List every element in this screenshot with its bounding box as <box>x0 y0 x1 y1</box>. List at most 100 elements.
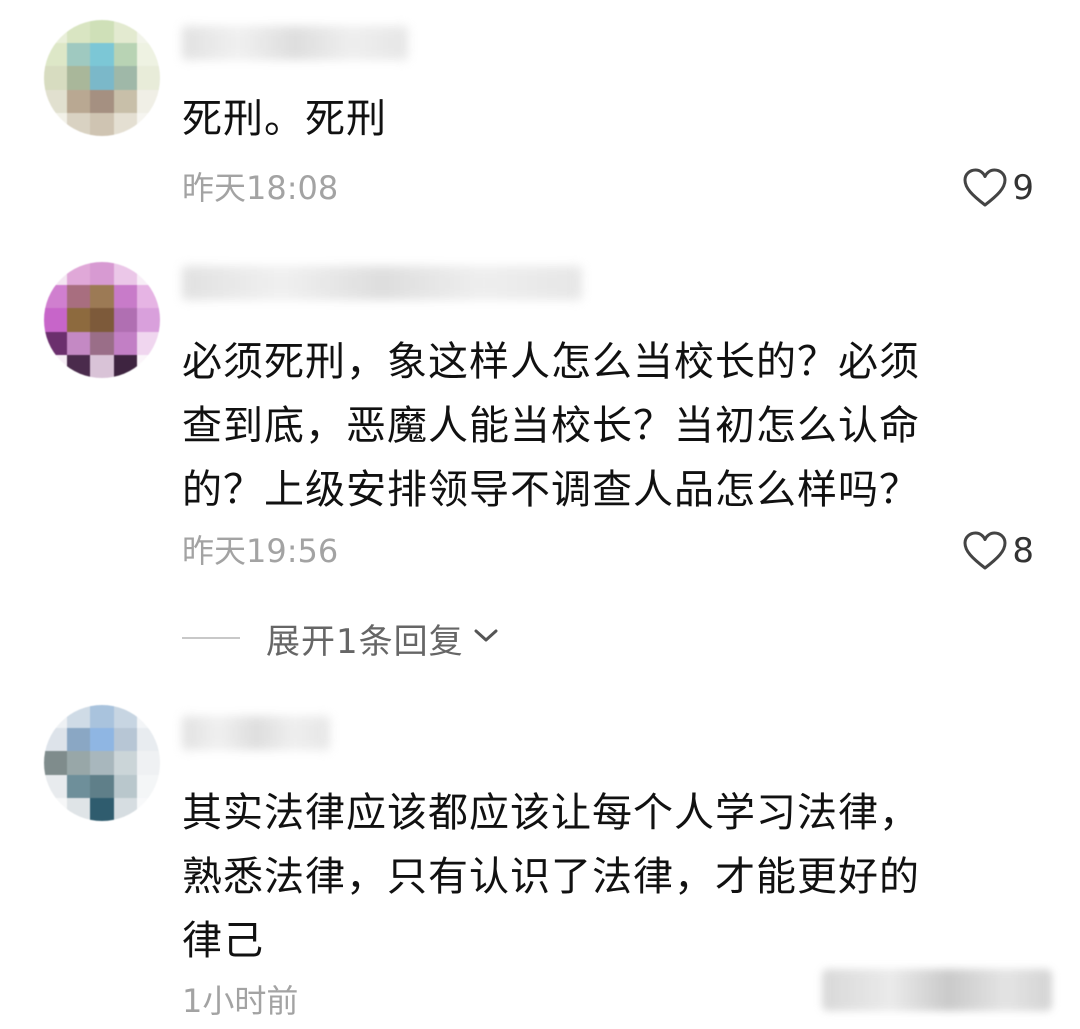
avatar-pixel <box>44 20 68 44</box>
username-redacted[interactable] <box>182 26 408 60</box>
avatar-pixel <box>44 262 68 286</box>
avatar-pixel <box>136 262 160 286</box>
comment-time: 1小时前 <box>182 982 299 1020</box>
avatar-pixel <box>44 66 68 90</box>
heart-outline-icon <box>962 531 1008 571</box>
avatar-pixel <box>44 774 68 798</box>
comment-text: 必须死刑，象这样人怎么当校长的？必须 查到底，恶魔人能当校长？当初怎么认命 的？… <box>182 330 1012 522</box>
avatar-pixel <box>90 751 114 775</box>
avatar[interactable] <box>44 20 160 136</box>
avatar-pixel <box>44 308 68 332</box>
avatar-pixel <box>44 331 68 355</box>
avatar-pixel <box>67 728 91 752</box>
avatar-pixel <box>67 20 91 44</box>
avatar-pixel <box>67 262 91 286</box>
avatar-pixel <box>90 43 114 67</box>
avatar-pixel <box>44 89 68 113</box>
divider <box>182 637 240 639</box>
avatar-pixel <box>67 354 91 378</box>
avatar-pixel <box>136 43 160 67</box>
avatar-pixel <box>67 66 91 90</box>
expand-replies-button[interactable]: 展开1条回复 <box>182 614 500 662</box>
avatar-pixel <box>136 89 160 113</box>
avatar-pixel <box>113 331 137 355</box>
comment-text: 其实法律应该都应该让每个人学习法律， 熟悉法律，只有认识了法律，才能更好的 律己 <box>182 781 1012 973</box>
avatar-pixel <box>90 354 114 378</box>
avatar-pixel <box>90 797 114 821</box>
avatar-pixel <box>136 728 160 752</box>
avatar-pixel <box>113 262 137 286</box>
comment-time: 昨天18:08 <box>182 169 339 207</box>
avatar-pixel <box>44 285 68 309</box>
avatar-pixel <box>113 112 137 136</box>
avatar-pixel <box>90 112 114 136</box>
avatar-pixel <box>67 797 91 821</box>
avatar[interactable] <box>44 705 160 821</box>
avatar-pixel <box>44 751 68 775</box>
avatar-pixel <box>90 728 114 752</box>
comment-text-line: 必须死刑，象这样人怎么当校长的？必须 <box>182 339 920 385</box>
username-redacted[interactable] <box>182 266 582 300</box>
comment-text-line: 熟悉法律，只有认识了法律，才能更好的 <box>182 854 920 900</box>
expand-replies-label: 展开1条回复 <box>266 621 464 662</box>
comment-text-line: 其实法律应该都应该让每个人学习法律， <box>182 790 920 836</box>
avatar-pixel <box>67 285 91 309</box>
avatar-pixel <box>90 66 114 90</box>
avatar-pixel <box>113 66 137 90</box>
avatar-pixel <box>113 285 137 309</box>
heart-outline-icon <box>962 168 1008 208</box>
comment-text-line: 查到底，恶魔人能当校长？当初怎么认命 <box>182 403 920 449</box>
chevron-down-icon <box>464 626 500 650</box>
avatar-pixel <box>113 728 137 752</box>
avatar-pixel <box>67 112 91 136</box>
avatar-pixel <box>44 797 68 821</box>
avatar-pixel <box>113 43 137 67</box>
like-button[interactable]: 8 <box>962 531 1034 571</box>
like-button[interactable]: 9 <box>962 168 1034 208</box>
comment-text-line: 律己 <box>182 918 264 964</box>
avatar-pixel <box>67 705 91 729</box>
avatar-pixel <box>136 797 160 821</box>
avatar-pixel <box>44 705 68 729</box>
avatar-pixel <box>113 774 137 798</box>
avatar-pixel <box>67 89 91 113</box>
avatar-pixel <box>136 112 160 136</box>
avatar-pixel <box>67 308 91 332</box>
avatar-pixel <box>136 66 160 90</box>
avatar-pixel <box>113 797 137 821</box>
watermark <box>822 969 1052 1011</box>
avatar-pixel <box>90 285 114 309</box>
avatar-pixel <box>113 308 137 332</box>
avatar-pixel <box>90 262 114 286</box>
avatar-pixel <box>136 354 160 378</box>
avatar-pixel <box>136 285 160 309</box>
comment-time: 昨天19:56 <box>182 532 339 570</box>
comment-text: 死刑。死刑 <box>182 87 1012 151</box>
avatar-pixel <box>67 774 91 798</box>
avatar-pixel <box>90 20 114 44</box>
avatar-pixel <box>136 751 160 775</box>
comment-text-line: 的？上级安排领导不调查人品怎么样吗？ <box>182 467 920 513</box>
avatar-pixel <box>90 705 114 729</box>
avatar-pixel <box>90 774 114 798</box>
avatar-pixel <box>136 308 160 332</box>
username-redacted[interactable] <box>182 716 330 750</box>
avatar-pixel <box>113 354 137 378</box>
avatar-pixel <box>113 705 137 729</box>
avatar-pixel <box>44 354 68 378</box>
avatar-pixel <box>90 331 114 355</box>
avatar-pixel <box>67 331 91 355</box>
avatar-pixel <box>113 751 137 775</box>
avatar-pixel <box>113 20 137 44</box>
like-count: 9 <box>1012 168 1034 208</box>
avatar-pixel <box>136 331 160 355</box>
avatar-pixel <box>44 112 68 136</box>
avatar-pixel <box>136 20 160 44</box>
like-count: 8 <box>1012 531 1034 571</box>
avatar[interactable] <box>44 262 160 378</box>
comment-text-line: 死刑。死刑 <box>182 96 387 142</box>
avatar-pixel <box>44 728 68 752</box>
avatar-pixel <box>136 774 160 798</box>
avatar-pixel <box>44 43 68 67</box>
avatar-pixel <box>136 705 160 729</box>
